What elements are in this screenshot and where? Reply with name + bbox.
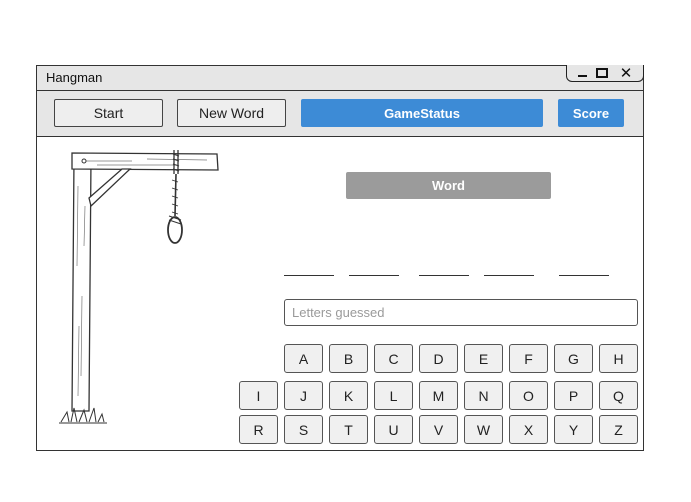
letter-blank-1 <box>284 275 334 276</box>
key-a[interactable]: A <box>284 344 323 373</box>
key-m[interactable]: M <box>419 381 458 410</box>
letter-blank-4 <box>484 275 534 276</box>
key-b[interactable]: B <box>329 344 368 373</box>
key-r[interactable]: R <box>239 415 278 444</box>
key-g[interactable]: G <box>554 344 593 373</box>
key-d[interactable]: D <box>419 344 458 373</box>
key-s[interactable]: S <box>284 415 323 444</box>
letter-blank-3 <box>419 275 469 276</box>
key-o[interactable]: O <box>509 381 548 410</box>
key-j[interactable]: J <box>284 381 323 410</box>
key-u[interactable]: U <box>374 415 413 444</box>
maximize-icon[interactable] <box>593 65 611 81</box>
key-x[interactable]: X <box>509 415 548 444</box>
key-e[interactable]: E <box>464 344 503 373</box>
key-l[interactable]: L <box>374 381 413 410</box>
new-word-button[interactable]: New Word <box>177 99 286 127</box>
gallows-illustration <box>59 150 219 424</box>
word-display: Word <box>346 172 551 199</box>
key-c[interactable]: C <box>374 344 413 373</box>
key-p[interactable]: P <box>554 381 593 410</box>
key-q[interactable]: Q <box>599 381 638 410</box>
key-f[interactable]: F <box>509 344 548 373</box>
key-i[interactable]: I <box>239 381 278 410</box>
key-k[interactable]: K <box>329 381 368 410</box>
key-w[interactable]: W <box>464 415 503 444</box>
key-h[interactable]: H <box>599 344 638 373</box>
minimize-icon[interactable] <box>573 65 591 81</box>
letter-blank-5 <box>559 275 609 276</box>
letters-guessed-input[interactable] <box>284 299 638 326</box>
close-icon[interactable]: ✕ <box>617 65 635 81</box>
letter-blank-2 <box>349 275 399 276</box>
window-controls: ✕ <box>566 65 644 82</box>
toolbar: Start New Word GameStatus Score <box>37 91 643 137</box>
key-n[interactable]: N <box>464 381 503 410</box>
key-y[interactable]: Y <box>554 415 593 444</box>
key-v[interactable]: V <box>419 415 458 444</box>
game-status-button[interactable]: GameStatus <box>301 99 543 127</box>
key-t[interactable]: T <box>329 415 368 444</box>
score-button[interactable]: Score <box>558 99 624 127</box>
hangman-window: Hangman ✕ Start New Word GameStatus Scor… <box>36 65 644 451</box>
window-title: Hangman <box>46 70 103 85</box>
key-z[interactable]: Z <box>599 415 638 444</box>
title-bar: Hangman ✕ <box>37 65 644 91</box>
start-button[interactable]: Start <box>54 99 163 127</box>
